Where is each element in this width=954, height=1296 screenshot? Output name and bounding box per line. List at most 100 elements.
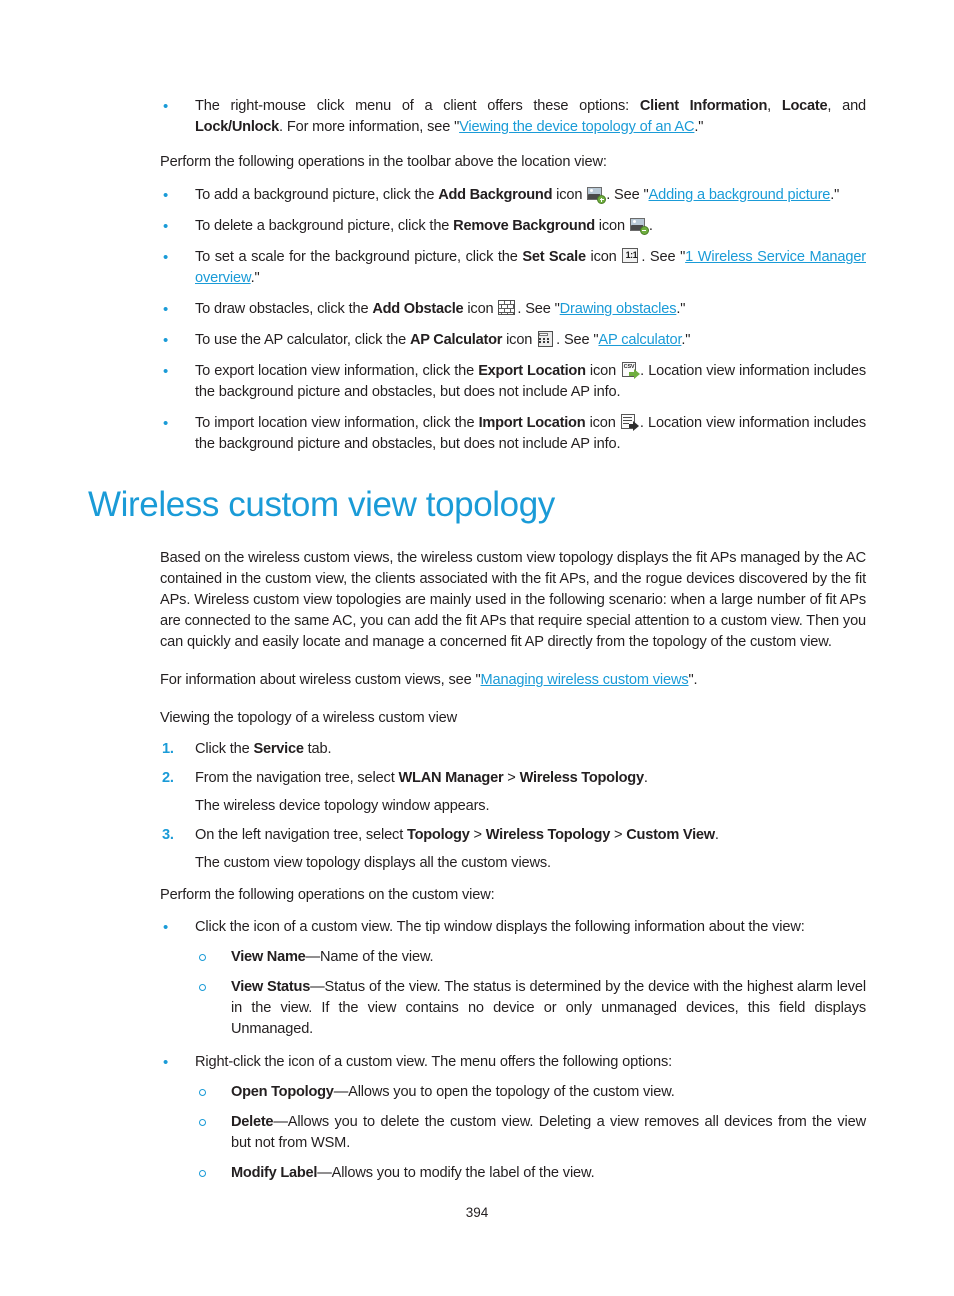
- text-run: —Status of the view. The status is deter…: [231, 979, 866, 1037]
- text-run: . See ": [606, 187, 649, 203]
- text-run: To delete a background picture, click th…: [195, 218, 454, 234]
- bold-run: AP Calculator: [409, 332, 503, 348]
- text-run: —Allows you to delete the custom view. D…: [231, 1114, 866, 1151]
- step-number: 2.: [162, 770, 174, 786]
- text-run: .": [681, 332, 691, 348]
- bullet-text: To delete a background picture, click th…: [195, 217, 653, 235]
- bold-run: Locate: [781, 98, 828, 114]
- csv-icon-label: CSV: [623, 363, 635, 370]
- page-title: Wireless custom view topology: [88, 485, 555, 524]
- document-page: • The right-mouse click menu of a client…: [0, 0, 954, 1296]
- list-item: Modify Label—Allows you to modify the la…: [195, 1163, 866, 1184]
- text-run: , and: [827, 98, 866, 114]
- list-item: • The right-mouse click menu of a client…: [160, 96, 866, 138]
- text-run: >: [503, 770, 520, 786]
- text-run: . See ": [556, 332, 599, 348]
- bold-run: Wireless Topology: [519, 770, 645, 786]
- bullet-text: To draw obstacles, click the Add Obstacl…: [195, 300, 686, 317]
- list-item: View Name—Name of the view.: [195, 947, 866, 968]
- step-item: 2. From the navigation tree, select WLAN…: [160, 768, 866, 817]
- bullet-marker: •: [163, 919, 169, 936]
- list-item: • To delete a background picture, click …: [160, 216, 866, 237]
- text-run: —Name of the view.: [305, 949, 434, 965]
- cross-reference-link[interactable]: Drawing obstacles: [560, 301, 677, 317]
- text-run: To draw obstacles, click the: [195, 301, 373, 317]
- toolbar-operations-list: • To add a background picture, click the…: [160, 185, 866, 455]
- bold-run: View Name: [231, 949, 306, 965]
- procedure-steps: 1. Click the Service tab. 2. From the na…: [160, 739, 866, 874]
- bullet-text: To add a background picture, click the A…: [195, 187, 840, 204]
- list-item: Delete—Allows you to delete the custom v…: [195, 1112, 866, 1154]
- bold-run: Delete: [231, 1114, 274, 1130]
- bullet-text: Click the icon of a custom view. The tip…: [195, 919, 805, 935]
- text-run: To add a background picture, click the: [195, 187, 439, 203]
- cross-reference-link[interactable]: AP calculator: [598, 332, 681, 348]
- sub-bullet-text: View Status—Status of the view. The stat…: [231, 979, 866, 1037]
- text-run: .: [714, 827, 719, 843]
- step-text: Click the Service tab.: [195, 741, 332, 757]
- text-run: icon: [502, 332, 537, 348]
- list-item: • Right-click the icon of a custom view.…: [160, 1052, 866, 1184]
- list-item: • To add a background picture, click the…: [160, 185, 866, 206]
- text-run: .": [676, 301, 686, 317]
- bold-run: Lock/Unlock: [195, 119, 280, 135]
- text-run: icon: [552, 187, 587, 203]
- step-item: 1. Click the Service tab.: [160, 739, 866, 760]
- bold-run: Add Obstacle: [372, 301, 464, 317]
- text-run: icon: [585, 249, 622, 265]
- step-text: On the left navigation tree, select Topo…: [195, 827, 719, 843]
- text-run: ,: [767, 98, 782, 114]
- text-run: —Allows you to modify the label of the v…: [317, 1165, 595, 1181]
- bold-run: Set Scale: [522, 249, 586, 265]
- text-run: To use the AP calculator, click the: [195, 332, 410, 348]
- operations-intro-paragraph: Perform the following operations on the …: [160, 887, 495, 903]
- bullet-marker: •: [163, 332, 169, 349]
- sub-bullet-text: Modify Label—Allows you to modify the la…: [231, 1165, 595, 1181]
- client-menu-bullet-list: • The right-mouse click menu of a client…: [160, 96, 866, 138]
- text-run: >: [469, 827, 486, 843]
- step-number: 3.: [162, 827, 174, 843]
- bullet-marker: •: [163, 1054, 169, 1071]
- text-run: .": [250, 270, 260, 286]
- sub-bullet-marker: [199, 1089, 206, 1096]
- bullet-text: To import location view information, cli…: [195, 414, 866, 452]
- bullet-marker: •: [163, 363, 169, 380]
- page-content: • The right-mouse click menu of a client…: [160, 96, 866, 466]
- sub-bullet-text: Delete—Allows you to delete the custom v…: [231, 1114, 866, 1151]
- bold-run: Modify Label: [231, 1165, 318, 1181]
- step-result: The custom view topology displays all th…: [195, 855, 551, 871]
- step-result: The wireless device topology window appe…: [195, 798, 490, 814]
- cross-reference-link[interactable]: Managing wireless custom views: [481, 672, 689, 688]
- step-text: From the navigation tree, select WLAN Ma…: [195, 770, 648, 786]
- bullet-text: To set a scale for the background pictur…: [195, 248, 866, 286]
- procedure-title: Viewing the topology of a wireless custo…: [160, 710, 458, 726]
- sub-bullet-marker: [199, 1170, 206, 1177]
- context-menu-options-list: Open Topology—Allows you to open the top…: [195, 1082, 866, 1184]
- text-run: —Allows you to open the topology of the …: [333, 1084, 675, 1100]
- bold-run: Export Location: [478, 363, 586, 379]
- remove-background-icon: [629, 217, 649, 235]
- text-run: .: [643, 770, 648, 786]
- text-run: .": [694, 119, 704, 135]
- sub-bullet-text: Open Topology—Allows you to open the top…: [231, 1084, 675, 1100]
- intro-paragraph: Based on the wireless custom views, the …: [160, 550, 866, 650]
- text-run: On the left navigation tree, select: [195, 827, 408, 843]
- bold-run: Service: [253, 741, 304, 757]
- sub-bullet-marker: [199, 954, 206, 961]
- list-item: • To set a scale for the background pict…: [160, 247, 866, 289]
- text-run: From the navigation tree, select: [195, 770, 399, 786]
- section-body: Based on the wireless custom views, the …: [160, 548, 866, 1195]
- text-run: icon: [585, 363, 621, 379]
- text-run: ".: [688, 672, 698, 688]
- ap-calculator-icon: [537, 331, 555, 348]
- cross-reference-link[interactable]: Viewing the device topology of an AC: [459, 119, 694, 135]
- toolbar-intro-paragraph: Perform the following operations in the …: [160, 154, 607, 170]
- bold-run: Wireless Topology: [485, 827, 611, 843]
- text-run: .": [830, 187, 840, 203]
- bullet-marker: •: [163, 218, 169, 235]
- text-run: icon: [585, 415, 620, 431]
- cross-reference-link[interactable]: Adding a background picture: [649, 187, 831, 203]
- text-run: The right-mouse click menu of a client o…: [195, 98, 640, 114]
- text-run: Click the: [195, 741, 254, 757]
- set-scale-icon-label: 1:1: [625, 250, 638, 260]
